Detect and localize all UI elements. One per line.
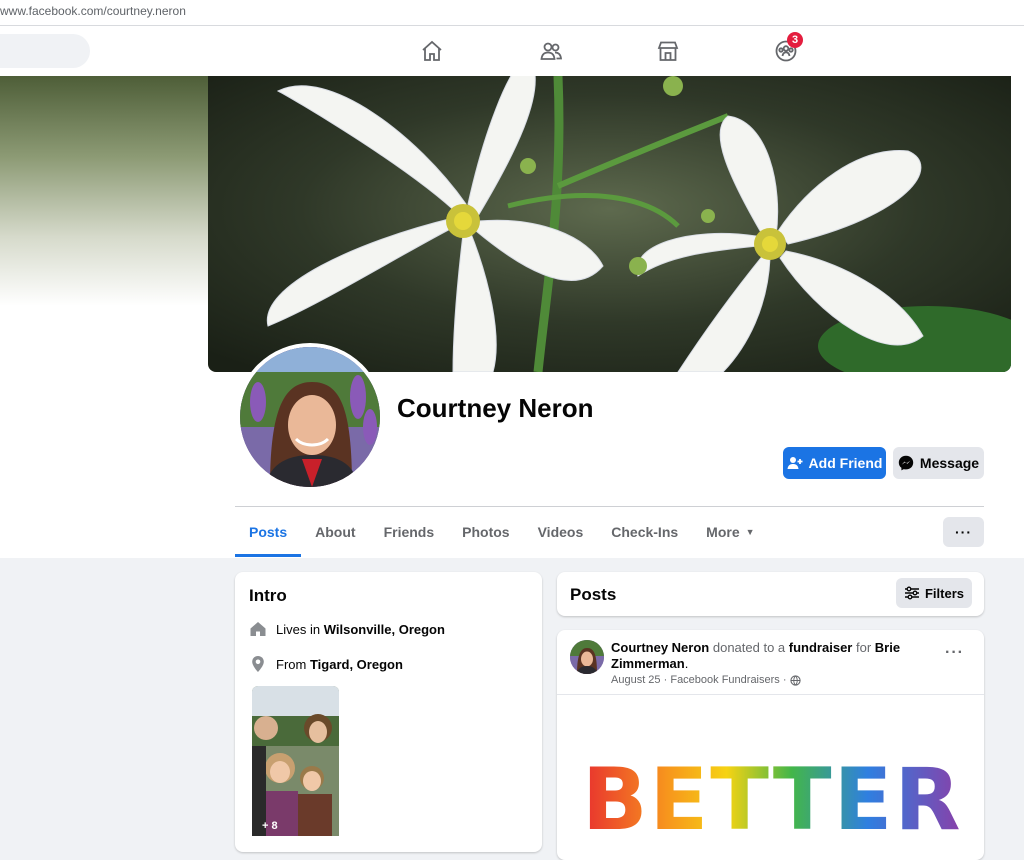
more-photos-count: + 8 — [262, 820, 278, 832]
cover-photo[interactable] — [208, 76, 1011, 372]
add-friend-icon — [787, 457, 803, 469]
posts-title: Posts — [570, 585, 617, 604]
post-action-text: donated to a — [712, 640, 786, 655]
location-pin-icon — [252, 656, 264, 672]
post-author-link[interactable]: Courtney Neron — [611, 640, 709, 655]
search-input[interactable] — [0, 34, 90, 68]
caret-down-icon: ▼ — [745, 527, 755, 537]
tab-label: More — [706, 524, 740, 540]
tab-more[interactable]: More ▼ — [692, 507, 768, 557]
profile-tabs: Posts About Friends Photos Videos Check-… — [235, 507, 769, 557]
tab-photos[interactable]: Photos — [448, 507, 523, 557]
intro-lives-in: Lives in Wilsonville, Oregon — [249, 620, 445, 638]
post-action-text-2: for — [855, 640, 872, 655]
posts-header-card: Posts Filters — [557, 572, 984, 616]
from-place-link[interactable]: Tigard, Oregon — [310, 657, 403, 672]
home-icon — [250, 622, 266, 636]
friends-icon[interactable] — [536, 36, 566, 66]
tab-label: Posts — [249, 524, 288, 540]
meta-separator: · — [782, 674, 787, 686]
add-friend-label: Add Friend — [808, 455, 883, 471]
cover-side-gradient — [0, 76, 208, 306]
post-card: Courtney Neron donated to a fundraiser f… — [557, 630, 984, 860]
tab-posts[interactable]: Posts — [235, 507, 302, 557]
post-period: . — [684, 656, 689, 671]
url-text[interactable]: www.facebook.com/courtney.neron — [0, 4, 186, 18]
home-icon[interactable] — [417, 36, 447, 66]
lives-prefix: Lives in — [276, 621, 321, 637]
filters-label: Filters — [924, 585, 964, 601]
profile-name: Courtney Neron — [397, 393, 594, 423]
filters-button[interactable]: Filters — [896, 578, 972, 608]
intro-card: Intro Lives in Wilsonville, Oregon From … — [235, 572, 542, 852]
intro-featured-photo[interactable]: + 8 — [252, 686, 339, 836]
tab-label: Photos — [462, 524, 510, 540]
groups-icon[interactable]: 3 — [771, 32, 803, 66]
post-source-link[interactable]: Facebook Fundraisers — [670, 674, 779, 686]
tab-label: Friends — [383, 524, 435, 540]
message-label: Message — [919, 455, 980, 471]
profile-avatar[interactable] — [236, 343, 384, 491]
tab-label: Check-Ins — [611, 524, 679, 540]
browser-address-bar[interactable]: www.facebook.com/courtney.neron — [0, 0, 1024, 26]
tab-label: About — [315, 524, 356, 540]
add-friend-button[interactable]: Add Friend — [783, 447, 886, 479]
notification-badge: 3 — [787, 32, 803, 48]
post-meta: August 25 · Facebook Fundraisers · — [611, 674, 801, 686]
tab-videos[interactable]: Videos — [524, 507, 598, 557]
message-button[interactable]: Message — [893, 447, 984, 479]
from-prefix: From — [276, 656, 307, 672]
fundraiser-link[interactable]: fundraiser — [789, 640, 853, 655]
post-author-avatar[interactable] — [570, 640, 604, 674]
marketplace-icon[interactable] — [653, 36, 683, 66]
post-divider — [557, 694, 984, 695]
tab-friends[interactable]: Friends — [370, 507, 449, 557]
tab-about[interactable]: About — [301, 507, 369, 557]
post-options-button[interactable]: ··· — [945, 644, 964, 662]
top-navigation-bar: 3 — [0, 26, 1024, 76]
post-date-link[interactable]: August 25 — [611, 674, 661, 686]
messenger-icon — [898, 455, 914, 471]
intro-title: Intro — [249, 586, 287, 605]
tab-label: Videos — [537, 524, 584, 540]
globe-icon — [789, 674, 801, 686]
post-image-text: BETTER — [582, 750, 963, 850]
intro-from: From Tigard, Oregon — [249, 655, 403, 673]
meta-separator: · — [663, 674, 668, 686]
filters-icon — [904, 586, 919, 600]
lives-place-link[interactable]: Wilsonville, Oregon — [324, 622, 445, 637]
tab-check-ins[interactable]: Check-Ins — [597, 507, 692, 557]
post-headline: Courtney Neron donated to a fundraiser f… — [611, 640, 911, 672]
more-options-button[interactable]: ··· — [943, 517, 984, 547]
